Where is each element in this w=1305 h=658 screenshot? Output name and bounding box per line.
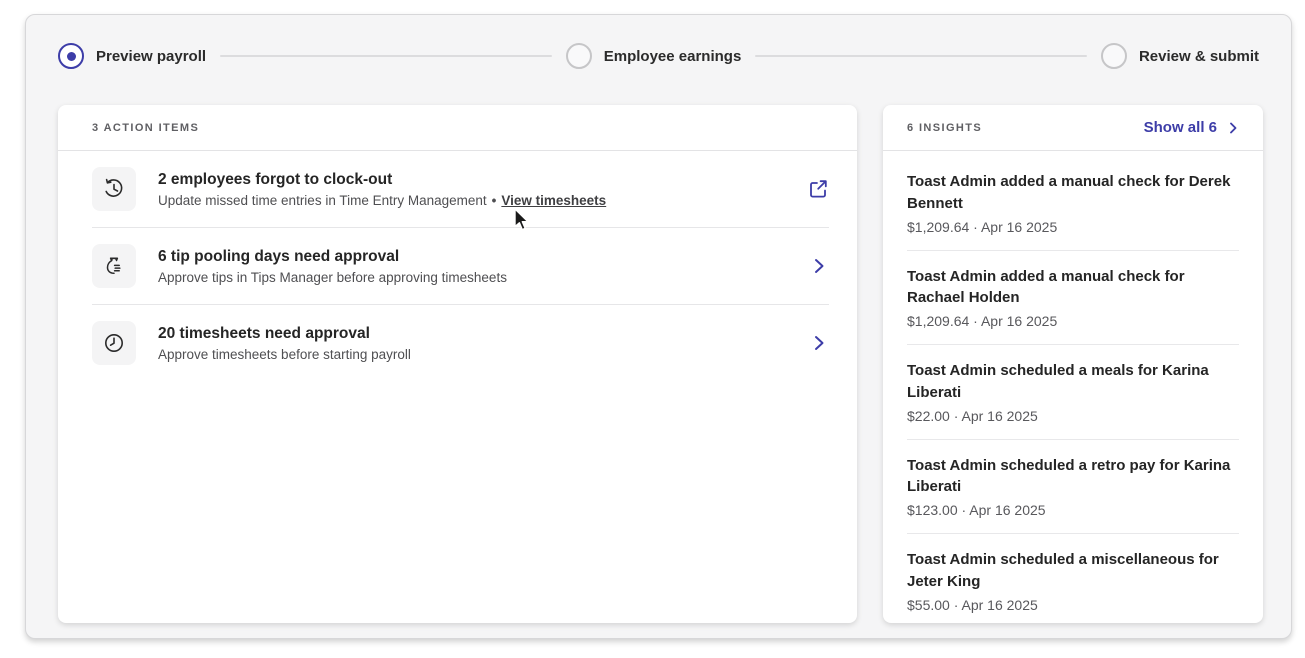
- step-radio-dot: [67, 52, 76, 61]
- clock-icon: [92, 321, 136, 365]
- insight-title: Toast Admin scheduled a retro pay for Ka…: [907, 455, 1239, 499]
- chevron-right-icon[interactable]: [809, 256, 829, 276]
- insights-header-label: 6 INSIGHTS: [907, 122, 982, 134]
- step-connector: [755, 55, 1087, 57]
- action-item-text: 2 employees forgot to clock-out Update m…: [158, 171, 785, 208]
- chevron-right-icon: [1227, 122, 1239, 134]
- step-connector: [220, 55, 552, 57]
- insights-list: Toast Admin added a manual check for Der…: [883, 151, 1263, 613]
- insight-detail: $22.00 · Apr 16 2025: [907, 408, 1239, 424]
- action-item-timesheets[interactable]: 20 timesheets need approval Approve time…: [58, 305, 857, 381]
- tip-jar-icon: [92, 244, 136, 288]
- action-item-description: Approve tips in Tips Manager before appr…: [158, 270, 787, 285]
- step-radio-empty-icon: [566, 43, 592, 69]
- divider: [907, 533, 1239, 534]
- insight-title: Toast Admin added a manual check for Der…: [907, 171, 1239, 215]
- step-radio-empty-icon: [1101, 43, 1127, 69]
- insight-detail: $123.00 · Apr 16 2025: [907, 502, 1239, 518]
- insight-item: Toast Admin scheduled a meals for Karina…: [907, 360, 1239, 424]
- divider: [907, 250, 1239, 251]
- history-icon: [92, 167, 136, 211]
- action-item-text: 20 timesheets need approval Approve time…: [158, 325, 787, 362]
- show-all-label: Show all 6: [1144, 119, 1217, 136]
- page: Preview payroll Employee earnings Review…: [0, 0, 1305, 658]
- action-items-list: 2 employees forgot to clock-out Update m…: [58, 151, 857, 381]
- action-item-description: Update missed time entries in Time Entry…: [158, 193, 785, 208]
- insight-title: Toast Admin scheduled a meals for Karina…: [907, 360, 1239, 404]
- external-link-icon[interactable]: [807, 178, 829, 200]
- chevron-right-icon[interactable]: [809, 333, 829, 353]
- view-timesheets-link[interactable]: View timesheets: [501, 193, 606, 208]
- action-item-description-text: Update missed time entries in Time Entry…: [158, 193, 487, 208]
- action-item-text: 6 tip pooling days need approval Approve…: [158, 248, 787, 285]
- step-review-submit[interactable]: Review & submit: [1101, 43, 1259, 69]
- insight-detail: $1,209.64 · Apr 16 2025: [907, 313, 1239, 329]
- action-items-card: 3 ACTION ITEMS 2 employees forgot to clo…: [58, 105, 857, 623]
- action-item-clock-out[interactable]: 2 employees forgot to clock-out Update m…: [58, 151, 857, 227]
- insight-title: Toast Admin scheduled a miscellaneous fo…: [907, 549, 1239, 593]
- step-label-employee-earnings: Employee earnings: [604, 48, 742, 65]
- payroll-stepper: Preview payroll Employee earnings Review…: [58, 41, 1259, 71]
- insight-detail: $55.00 · Apr 16 2025: [907, 597, 1239, 613]
- insight-item: Toast Admin scheduled a retro pay for Ka…: [907, 455, 1239, 519]
- action-item-tip-pooling[interactable]: 6 tip pooling days need approval Approve…: [58, 228, 857, 304]
- payroll-panel: Preview payroll Employee earnings Review…: [25, 14, 1292, 639]
- insight-item: Toast Admin added a manual check for Der…: [907, 171, 1239, 235]
- step-radio-active-icon: [58, 43, 84, 69]
- step-label-preview-payroll: Preview payroll: [96, 48, 206, 65]
- action-item-title: 2 employees forgot to clock-out: [158, 171, 785, 189]
- insights-card: 6 INSIGHTS Show all 6 Toast Admin added …: [883, 105, 1263, 623]
- action-items-header-label: 3 ACTION ITEMS: [92, 122, 199, 134]
- divider: [907, 344, 1239, 345]
- action-item-title: 6 tip pooling days need approval: [158, 248, 787, 266]
- action-items-header: 3 ACTION ITEMS: [58, 105, 857, 151]
- insight-item: Toast Admin scheduled a miscellaneous fo…: [907, 549, 1239, 613]
- divider: [907, 439, 1239, 440]
- insight-item: Toast Admin added a manual check for Rac…: [907, 266, 1239, 330]
- bullet-separator: •: [492, 193, 497, 208]
- insight-title: Toast Admin added a manual check for Rac…: [907, 266, 1239, 310]
- insight-detail: $1,209.64 · Apr 16 2025: [907, 219, 1239, 235]
- step-employee-earnings[interactable]: Employee earnings: [566, 43, 742, 69]
- show-all-link[interactable]: Show all 6: [1144, 119, 1239, 136]
- step-preview-payroll[interactable]: Preview payroll: [58, 43, 206, 69]
- step-label-review-submit: Review & submit: [1139, 48, 1259, 65]
- action-item-title: 20 timesheets need approval: [158, 325, 787, 343]
- action-item-description: Approve timesheets before starting payro…: [158, 347, 787, 362]
- insights-header: 6 INSIGHTS Show all 6: [883, 105, 1263, 151]
